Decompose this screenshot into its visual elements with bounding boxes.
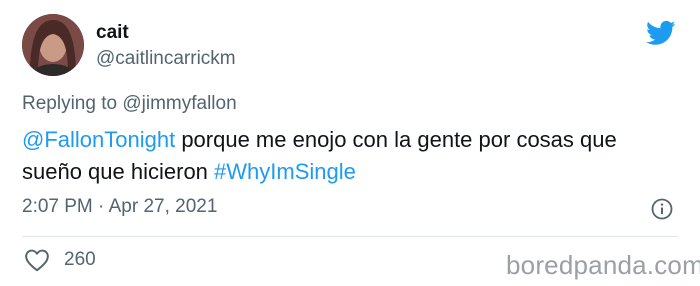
mention-link[interactable]: @FallonTonight xyxy=(22,127,175,152)
tweet-time: 2:07 PM xyxy=(22,196,93,217)
replying-to: Replying to @jimmyfallon xyxy=(22,93,237,115)
tweet-date: Apr 27, 2021 xyxy=(108,196,218,217)
replying-target-link[interactable]: @jimmyfallon xyxy=(122,93,236,114)
watermark: boredpanda.com xyxy=(506,250,700,280)
author-handle[interactable]: @caitlincarrickm xyxy=(96,48,236,70)
twitter-bird-icon[interactable] xyxy=(644,18,678,48)
hashtag-link[interactable]: #WhyImSingle xyxy=(214,159,356,184)
divider xyxy=(22,236,678,237)
like-count: 260 xyxy=(64,249,96,270)
replying-prefix: Replying to xyxy=(22,93,123,114)
author-name[interactable]: cait xyxy=(96,22,129,44)
avatar[interactable] xyxy=(22,14,84,76)
info-icon[interactable] xyxy=(651,198,673,220)
meta-separator: · xyxy=(92,196,109,217)
tweet-timestamp[interactable]: 2:07 PM · Apr 27, 2021 xyxy=(22,196,217,218)
heart-icon[interactable] xyxy=(24,248,50,272)
tweet-text: @FallonTonight porque me enojo con la ge… xyxy=(22,124,662,188)
